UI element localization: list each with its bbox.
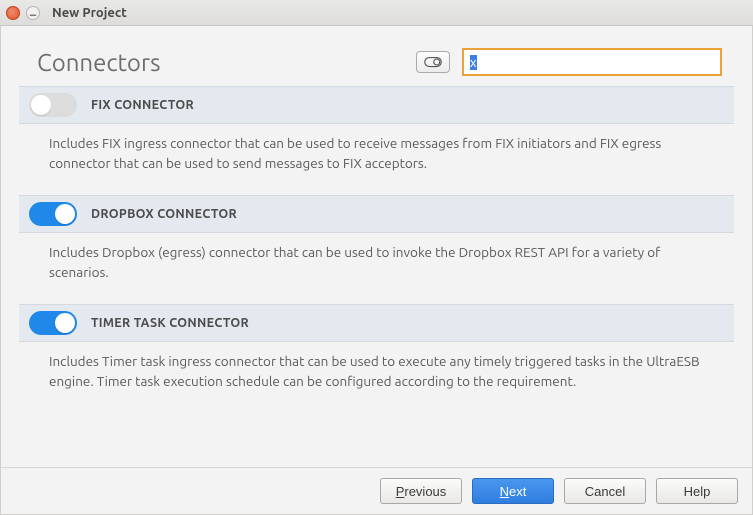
next-button[interactable]: Next (472, 478, 554, 504)
search-input[interactable] (462, 48, 722, 76)
btn-rest: revious (404, 484, 446, 499)
connector-item-dropbox: DROPBOX CONNECTOR Includes Dropbox (egre… (19, 195, 734, 298)
page-title: Connectors (37, 49, 404, 76)
connector-header: DROPBOX CONNECTOR (19, 195, 734, 233)
connector-name: FIX CONNECTOR (91, 98, 194, 112)
window-body: Connectors FIX CONNECTOR Includes FIX in… (0, 26, 753, 515)
previous-button[interactable]: Previous (380, 478, 462, 504)
toggle-view-button[interactable] (416, 51, 450, 73)
connector-description: Includes FIX ingress connector that can … (19, 124, 734, 189)
cancel-button[interactable]: Cancel (564, 478, 646, 504)
window-titlebar: New Project (0, 0, 753, 26)
connector-toggle[interactable] (29, 311, 77, 335)
connector-name: TIMER TASK CONNECTOR (91, 316, 249, 330)
connector-description: Includes Timer task ingress connector th… (19, 342, 734, 407)
connector-header: FIX CONNECTOR (19, 86, 734, 124)
connector-name: DROPBOX CONNECTOR (91, 207, 237, 221)
minimize-icon[interactable] (26, 6, 40, 20)
help-button[interactable]: Help (656, 478, 738, 504)
btn-rest: ext (509, 484, 526, 499)
page-header: Connectors (1, 26, 752, 86)
connector-toggle[interactable] (29, 202, 77, 226)
connector-item-fix: FIX CONNECTOR Includes FIX ingress conne… (19, 86, 734, 189)
connector-item-timer: TIMER TASK CONNECTOR Includes Timer task… (19, 304, 734, 407)
connector-toggle[interactable] (29, 93, 77, 117)
connector-header: TIMER TASK CONNECTOR (19, 304, 734, 342)
close-icon[interactable] (6, 6, 20, 20)
window-title: New Project (52, 6, 127, 20)
connector-list: FIX CONNECTOR Includes FIX ingress conne… (1, 86, 752, 467)
wizard-footer: Previous Next Cancel Help (1, 467, 752, 514)
connector-description: Includes Dropbox (egress) connector that… (19, 233, 734, 298)
